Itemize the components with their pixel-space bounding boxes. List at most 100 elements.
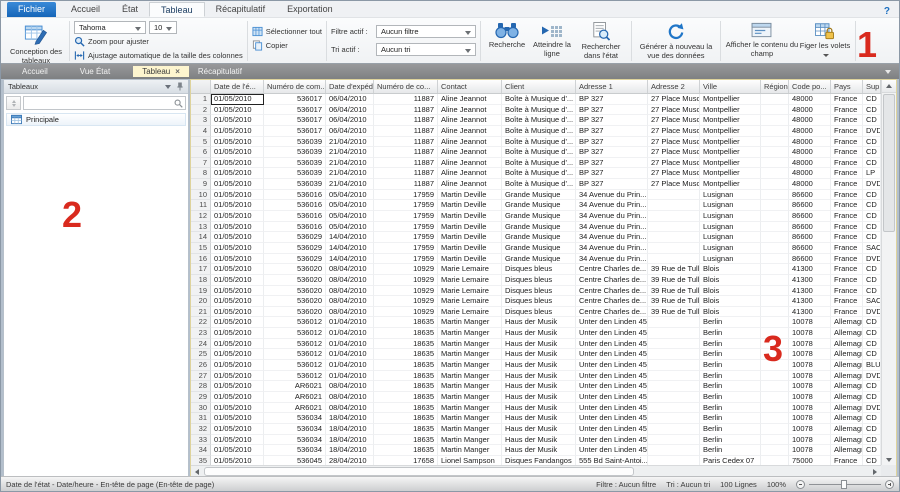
cell-sup[interactable]: CD: [863, 445, 881, 456]
cell-sup[interactable]: DVD: [863, 307, 881, 318]
panel-search-input[interactable]: [24, 98, 174, 108]
cell-ville[interactable]: Berlin: [700, 360, 761, 371]
cell-ville[interactable]: Berlin: [700, 413, 761, 424]
cell-ville[interactable]: Montpellier: [700, 168, 761, 179]
active-filter-combo[interactable]: Aucun filtre: [376, 25, 476, 38]
cell-date[interactable]: 01/05/2010: [211, 435, 264, 446]
cell-client[interactable]: Haus der Musik: [502, 349, 576, 360]
cell-region[interactable]: [761, 126, 789, 137]
cell-num_com[interactable]: 536016: [264, 200, 326, 211]
column-header-region[interactable]: Région: [761, 80, 789, 93]
cell-cp[interactable]: 10078: [789, 371, 831, 382]
cell-ville[interactable]: Lusignan: [700, 232, 761, 243]
cell-cp[interactable]: 10078: [789, 403, 831, 414]
cell-adresse2[interactable]: [648, 403, 700, 414]
cell-date[interactable]: 01/05/2010: [211, 158, 264, 169]
row-number[interactable]: 25: [191, 349, 211, 360]
cell-num_co[interactable]: 10929: [374, 264, 438, 275]
cell-adresse2[interactable]: [648, 424, 700, 435]
cell-region[interactable]: [761, 254, 789, 265]
cell-cp[interactable]: 10078: [789, 445, 831, 456]
cell-contact[interactable]: Martin Manger: [438, 360, 502, 371]
cell-pays[interactable]: Allemagne: [831, 317, 863, 328]
cell-pays[interactable]: France: [831, 296, 863, 307]
search-report-button[interactable]: Rechercher dans l'état: [575, 20, 627, 62]
cell-pays[interactable]: France: [831, 137, 863, 148]
cell-client[interactable]: Boîte à Musique d'...: [502, 168, 576, 179]
cell-adresse1[interactable]: Centre Charles de...: [576, 296, 648, 307]
cell-adresse2[interactable]: 27 Place Musc...: [648, 168, 700, 179]
cell-ville[interactable]: Lusignan: [700, 222, 761, 233]
cell-client[interactable]: Boîte à Musique d'...: [502, 126, 576, 137]
cell-contact[interactable]: Martin Deville: [438, 243, 502, 254]
regenerate-button[interactable]: Générer à nouveau la vue des données: [636, 20, 716, 62]
cell-client[interactable]: Disques bleus: [502, 296, 576, 307]
zoom-fit-button[interactable]: Zoom pour ajuster: [74, 35, 243, 49]
cell-num_com[interactable]: 536017: [264, 105, 326, 116]
cell-ville[interactable]: Montpellier: [700, 158, 761, 169]
cell-pays[interactable]: France: [831, 286, 863, 297]
cell-ville[interactable]: Berlin: [700, 339, 761, 350]
cell-contact[interactable]: Martin Deville: [438, 254, 502, 265]
cell-cp[interactable]: 48000: [789, 126, 831, 137]
row-number[interactable]: 9: [191, 179, 211, 190]
cell-sup[interactable]: DVD: [863, 403, 881, 414]
cell-date[interactable]: 01/05/2010: [211, 275, 264, 286]
cell-date[interactable]: 01/05/2010: [211, 445, 264, 456]
cell-adresse1[interactable]: Centre Charles de...: [576, 275, 648, 286]
cell-num_co[interactable]: 11887: [374, 168, 438, 179]
cell-num_com[interactable]: 536017: [264, 115, 326, 126]
cell-region[interactable]: [761, 435, 789, 446]
cell-num_co[interactable]: 17959: [374, 222, 438, 233]
cell-date_exp[interactable]: 01/04/2010: [326, 328, 374, 339]
cell-date_exp[interactable]: 06/04/2010: [326, 126, 374, 137]
freeze-panes-button[interactable]: Figer les volets: [799, 20, 851, 62]
cell-date_exp[interactable]: 21/04/2010: [326, 147, 374, 158]
cell-client[interactable]: Haus der Musik: [502, 403, 576, 414]
cell-client[interactable]: Disques bleus: [502, 286, 576, 297]
column-header-date_exp[interactable]: Date d'expédi...: [326, 80, 374, 93]
cell-ville[interactable]: Blois: [700, 275, 761, 286]
cell-date_exp[interactable]: 05/04/2010: [326, 190, 374, 201]
cell-num_com[interactable]: 536039: [264, 158, 326, 169]
sort-toggle-button[interactable]: [6, 96, 21, 110]
cell-pays[interactable]: France: [831, 456, 863, 465]
cell-client[interactable]: Haus der Musik: [502, 413, 576, 424]
cell-date_exp[interactable]: 08/04/2010: [326, 403, 374, 414]
cell-num_co[interactable]: 18635: [374, 381, 438, 392]
cell-date[interactable]: 01/05/2010: [211, 222, 264, 233]
cell-adresse2[interactable]: [648, 254, 700, 265]
cell-cp[interactable]: 48000: [789, 94, 831, 105]
cell-client[interactable]: Grande Musique: [502, 222, 576, 233]
cell-num_com[interactable]: 536034: [264, 435, 326, 446]
cell-client[interactable]: Haus der Musik: [502, 424, 576, 435]
cell-contact[interactable]: Martin Manger: [438, 328, 502, 339]
cell-contact[interactable]: Aline Jeannot: [438, 158, 502, 169]
row-number[interactable]: 12: [191, 211, 211, 222]
cell-sup[interactable]: DVD: [863, 179, 881, 190]
cell-num_co[interactable]: 11887: [374, 147, 438, 158]
cell-pays[interactable]: Allemagne: [831, 403, 863, 414]
cell-ville[interactable]: Berlin: [700, 317, 761, 328]
row-number[interactable]: 24: [191, 339, 211, 350]
cell-sup[interactable]: CD: [863, 232, 881, 243]
cell-client[interactable]: Haus der Musik: [502, 360, 576, 371]
cell-date_exp[interactable]: 14/04/2010: [326, 243, 374, 254]
cell-ville[interactable]: Lusignan: [700, 190, 761, 201]
cell-region[interactable]: [761, 243, 789, 254]
active-sort-combo[interactable]: Aucun tri: [376, 43, 476, 56]
doc-tab-vue-etat[interactable]: Vue État: [71, 66, 119, 77]
cell-client[interactable]: Haus der Musik: [502, 371, 576, 382]
cell-date[interactable]: 01/05/2010: [211, 339, 264, 350]
cell-client[interactable]: Grande Musique: [502, 200, 576, 211]
cell-adresse1[interactable]: Unter den Linden 45: [576, 403, 648, 414]
cell-pays[interactable]: France: [831, 115, 863, 126]
font-size-combo[interactable]: 10: [149, 21, 177, 34]
cell-ville[interactable]: Berlin: [700, 349, 761, 360]
cell-adresse1[interactable]: BP 327: [576, 105, 648, 116]
cell-adresse2[interactable]: [648, 445, 700, 456]
cell-num_co[interactable]: 17959: [374, 200, 438, 211]
cell-pays[interactable]: Allemagne: [831, 328, 863, 339]
cell-region[interactable]: [761, 456, 789, 465]
cell-date_exp[interactable]: 21/04/2010: [326, 179, 374, 190]
